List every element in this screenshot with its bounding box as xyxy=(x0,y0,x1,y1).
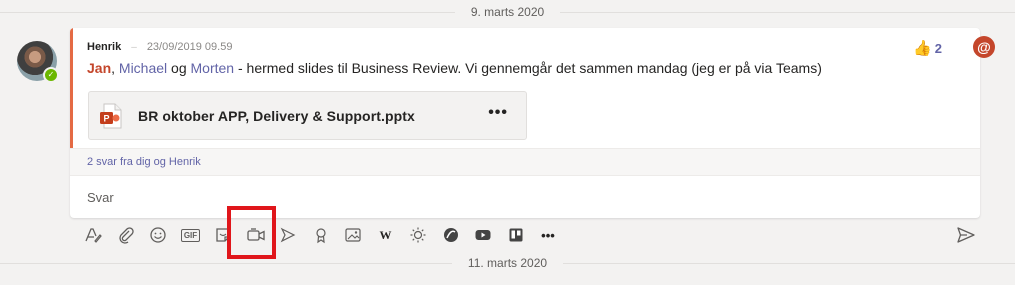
format-icon[interactable] xyxy=(80,222,106,248)
message-card[interactable]: Henrik – 23/09/2019 09.59 Jan, Michael o… xyxy=(70,28,980,218)
weather-icon[interactable] xyxy=(405,222,431,248)
reaction-count: 2 xyxy=(934,40,942,56)
attach-icon[interactable] xyxy=(113,222,139,248)
gif-icon[interactable]: GIF xyxy=(178,222,204,248)
file-name[interactable]: BR oktober APP, Delivery & Support.pptx xyxy=(138,108,415,124)
compose-toolbar: GIF W ••• xyxy=(80,222,568,248)
svg-text:P: P xyxy=(103,113,109,123)
message-body: Jan, Michael og Morten - hermed slides t… xyxy=(87,60,822,76)
app-icon[interactable] xyxy=(438,222,464,248)
date-label: 9. marts 2020 xyxy=(470,5,545,19)
avatar[interactable]: ✓ xyxy=(17,41,59,83)
date-divider: 11. marts 2020 xyxy=(0,252,1015,274)
praise-icon[interactable] xyxy=(308,222,334,248)
file-attachment[interactable]: P BR oktober APP, Delivery & Support.ppt… xyxy=(88,91,527,140)
image-icon[interactable] xyxy=(340,222,366,248)
reactions[interactable]: 👍 2 xyxy=(913,39,942,57)
file-more-options-icon[interactable]: ••• xyxy=(488,104,508,122)
presence-available-icon: ✓ xyxy=(43,67,59,83)
date-divider: 9. marts 2020 xyxy=(0,1,1015,23)
message-meta: Henrik – 23/09/2019 09.59 xyxy=(87,41,232,53)
mention-morten[interactable]: Morten xyxy=(191,60,235,76)
youtube-icon[interactable] xyxy=(470,222,496,248)
reply-placeholder: Svar xyxy=(87,189,114,205)
mention-badge-icon: @ xyxy=(973,36,995,58)
stream-icon[interactable] xyxy=(275,222,301,248)
meta-separator: – xyxy=(131,41,137,53)
message-timestamp: 23/09/2019 09.59 xyxy=(146,41,233,53)
emoji-icon[interactable] xyxy=(145,222,171,248)
mention-jan[interactable]: Jan xyxy=(87,60,111,76)
wiki-icon[interactable]: W xyxy=(373,222,399,248)
replies-link[interactable]: 2 svar fra dig og Henrik xyxy=(87,156,201,168)
powerpoint-file-icon: P xyxy=(100,103,122,129)
reply-box[interactable]: Svar xyxy=(70,176,980,218)
message-text: - hermed slides til Business Review. Vi … xyxy=(234,60,822,76)
date-label: 11. marts 2020 xyxy=(467,256,548,270)
mention-accent-bar xyxy=(70,28,73,148)
author-name[interactable]: Henrik xyxy=(87,41,121,53)
thumbs-up-icon: 👍 xyxy=(913,40,932,57)
replies-bar: 2 svar fra dig og Henrik xyxy=(70,148,980,176)
mention-michael[interactable]: Michael xyxy=(119,60,167,76)
send-icon[interactable] xyxy=(956,225,976,245)
trello-icon[interactable] xyxy=(503,222,529,248)
more-options-icon[interactable]: ••• xyxy=(535,222,561,248)
